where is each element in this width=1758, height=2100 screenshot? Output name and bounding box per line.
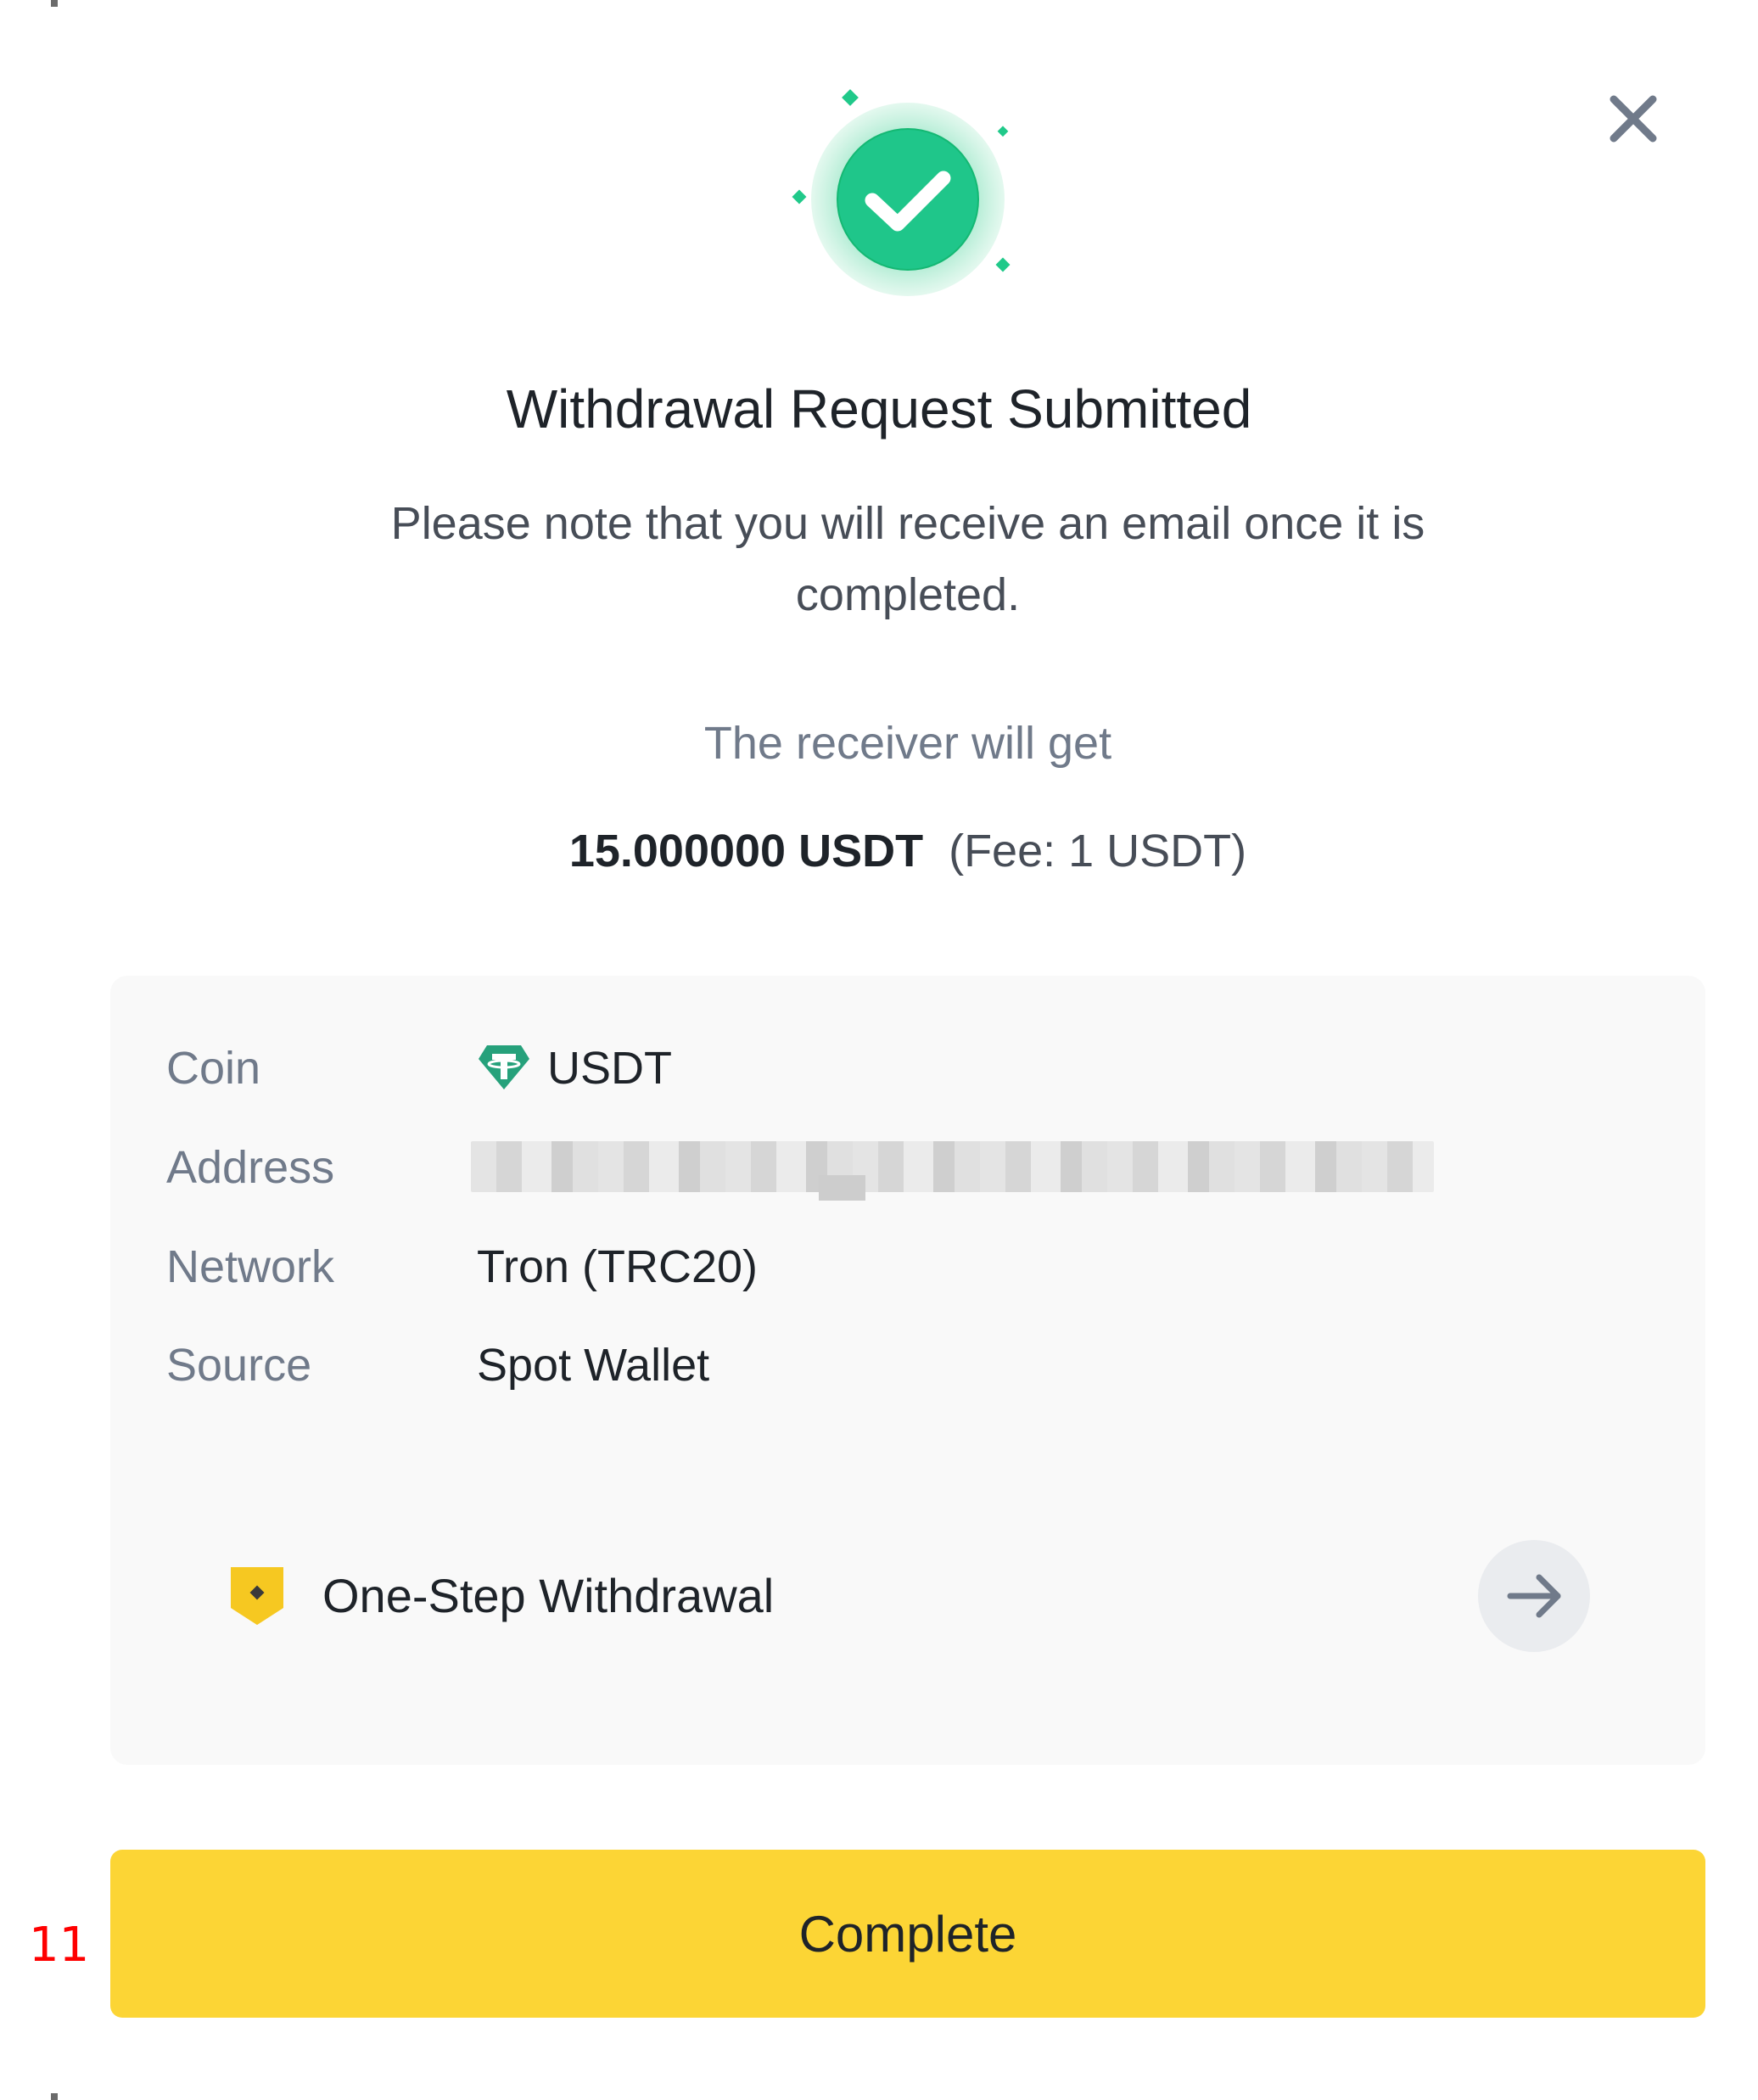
one-step-withdrawal-link[interactable]: One-Step Withdrawal [229, 1536, 1595, 1655]
check-circle-icon [781, 85, 1035, 305]
withdrawal-success-dialog: Withdrawal Request Submitted Please note… [0, 0, 1758, 2100]
arrow-right-icon [1507, 1574, 1561, 1618]
coin-value: USDT [547, 1043, 672, 1094]
network-label: Network [166, 1241, 335, 1292]
arrow-button[interactable] [1478, 1540, 1590, 1652]
source-label: Source [166, 1340, 312, 1391]
shield-icon [229, 1565, 285, 1627]
corner-mark [51, 2093, 58, 2100]
coin-label: Coin [166, 1043, 261, 1094]
close-icon [1610, 95, 1657, 143]
receive-amount: 15.000000 USDT [568, 826, 924, 876]
address-value-redacted [471, 1141, 1434, 1201]
tether-icon [477, 1042, 531, 1093]
close-button[interactable] [1595, 81, 1671, 157]
network-value: Tron (TRC20) [477, 1241, 759, 1292]
receiver-label: The receiver will get [703, 718, 1112, 769]
corner-mark [51, 0, 58, 7]
fee-text: (Fee: 1 USDT) [949, 826, 1247, 876]
complete-button[interactable]: Complete [110, 1850, 1705, 2018]
address-label: Address [166, 1142, 335, 1193]
dialog-title: Withdrawal Request Submitted [506, 378, 1252, 440]
step-number-annotation: 11 [29, 1918, 90, 1973]
amount-line: 15.000000 USDT (Fee: 1 USDT) [0, 825, 1758, 877]
one-step-withdrawal-label: One-Step Withdrawal [322, 1569, 775, 1622]
dialog-subtitle: Please note that you will receive an ema… [390, 498, 1425, 620]
source-value: Spot Wallet [477, 1340, 710, 1391]
